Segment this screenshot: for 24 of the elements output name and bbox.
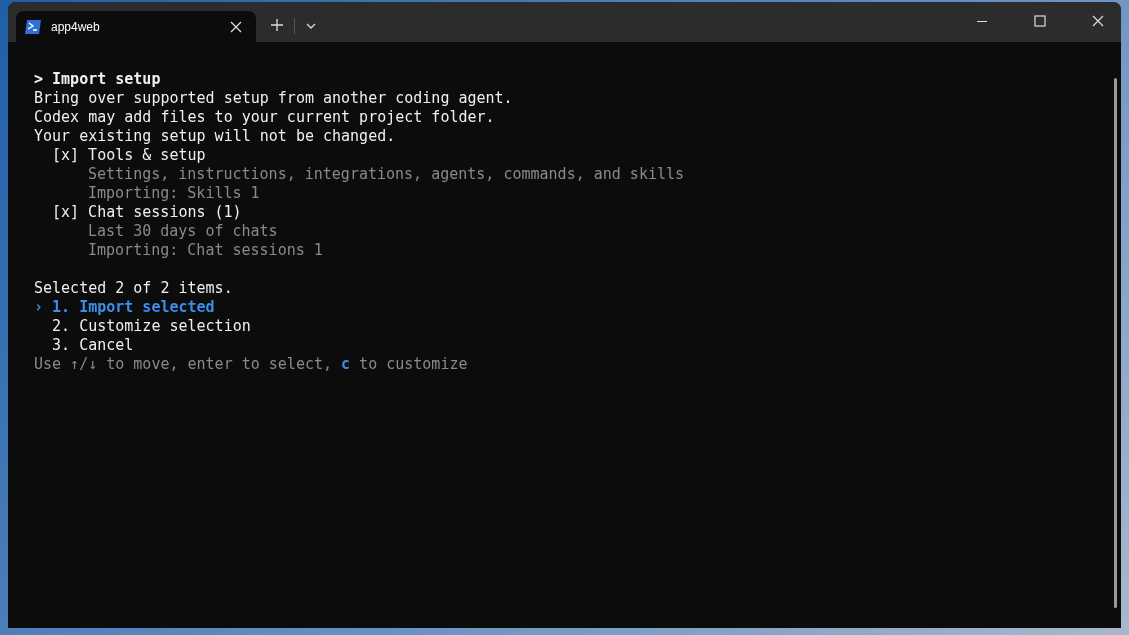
key-hint: Use ↑/↓ to move, enter to select, c to customize <box>34 355 468 373</box>
tab-title: app4web <box>51 19 101 34</box>
item-detail: Importing: Skills 1 <box>88 184 260 202</box>
powershell-icon <box>25 19 41 34</box>
intro-text: Bring over supported setup from another coding agent. <box>34 89 513 107</box>
item-detail: Importing: Chat sessions 1 <box>88 241 323 259</box>
close-tab-icon[interactable] <box>230 20 242 33</box>
menu-option[interactable]: 3. Cancel <box>34 336 134 354</box>
menu-option[interactable]: 2. Customize selection <box>34 317 251 335</box>
checkbox-item[interactable]: [x] Chat sessions (1) <box>52 203 242 221</box>
menu-option[interactable]: › 1. Import selected <box>34 298 215 316</box>
item-detail: Last 30 days of chats <box>88 222 278 240</box>
maximize-icon[interactable] <box>1034 15 1046 27</box>
selection-summary: Selected 2 of 2 items. <box>34 279 233 297</box>
intro-text: Your existing setup will not be changed. <box>34 127 396 145</box>
checkbox-item[interactable]: [x] Tools & setup <box>52 146 206 164</box>
scrollbar[interactable] <box>1114 78 1117 608</box>
prompt-heading: > Import setup <box>34 70 161 88</box>
close-icon[interactable] <box>1092 15 1104 27</box>
intro-text: Codex may add files to your current project folder. <box>34 108 495 126</box>
chevron-down-icon[interactable] <box>306 23 316 29</box>
terminal-tab[interactable]: app4web <box>16 11 256 42</box>
item-detail: Settings, instructions, integrations, agents, commands, and skills <box>88 165 685 183</box>
new-tab-icon[interactable] <box>271 19 283 31</box>
